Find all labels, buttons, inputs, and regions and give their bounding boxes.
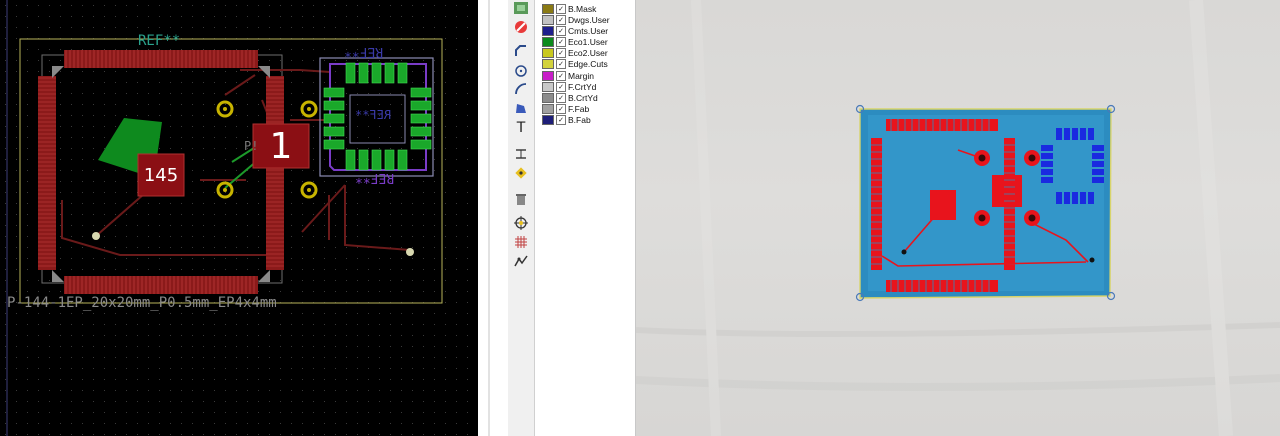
qfp-pads-top — [64, 50, 258, 68]
arc-icon[interactable] — [513, 81, 529, 97]
layer-color-swatch[interactable] — [542, 14, 554, 25]
pad-145-label: 145 — [143, 164, 179, 186]
layer-visibility-checkbox[interactable]: ✓ — [556, 103, 566, 114]
layer-color-swatch[interactable] — [542, 70, 554, 81]
layer-row[interactable]: ✓ Eco1.User — [542, 36, 608, 47]
layer-row[interactable]: ✓ B.Mask — [542, 3, 596, 14]
layer-color-swatch[interactable] — [542, 47, 554, 58]
layer-visibility-checkbox[interactable]: ✓ — [556, 70, 566, 81]
footprint-value-label: P-144-1EP_20x20mm_P0.5mm_EP4x4mm — [7, 295, 277, 311]
layer-visibility-checkbox[interactable]: ✓ — [556, 92, 566, 103]
layer-color-swatch[interactable] — [542, 114, 554, 125]
layer-visibility-checkbox[interactable]: ✓ — [556, 81, 566, 92]
layer-name: B.CrtYd — [568, 92, 598, 103]
layer-visibility-checkbox[interactable]: ✓ — [556, 3, 566, 14]
layer-visibility-checkbox[interactable]: ✓ — [556, 47, 566, 58]
layer-row[interactable]: ✓ Dwgs.User — [542, 14, 610, 25]
layer-row[interactable]: ✓ F.Fab — [542, 103, 589, 114]
dimension-icon[interactable] — [513, 146, 529, 162]
ref-label-mirrored-bottom: REF** — [355, 170, 395, 185]
ref-label-mirrored-mid: REF** — [355, 108, 392, 122]
no-icon[interactable] — [513, 19, 529, 35]
qfp-pads-left — [38, 76, 56, 270]
layer-name: Eco2.User — [568, 47, 608, 58]
layer-row[interactable]: ✓ Eco2.User — [542, 47, 608, 58]
layer-row[interactable]: ✓ Edge.Cuts — [542, 58, 608, 69]
ref-label-top: REF** — [138, 33, 181, 49]
layer-name: Eco1.User — [568, 36, 608, 47]
layer-name: Margin — [568, 70, 594, 81]
layer-visibility-checkbox[interactable]: ✓ — [556, 36, 566, 47]
layer-name: Edge.Cuts — [568, 58, 608, 69]
layer-color-swatch[interactable] — [542, 36, 554, 47]
layer-name: Dwgs.User — [568, 14, 610, 25]
layer-row[interactable]: ✓ Cmts.User — [542, 25, 608, 36]
layer-color-swatch[interactable] — [542, 58, 554, 69]
pcb-canvas[interactable]: REF** REF** REF** REF** P! 1 145 P-144-1… — [0, 0, 478, 436]
anchor-icon[interactable] — [513, 165, 529, 181]
ref-label-mirrored-top: REF** — [344, 44, 384, 59]
layer-visibility-checkbox[interactable]: ✓ — [556, 58, 566, 69]
layer-name: F.CrtYd — [568, 81, 597, 92]
layer-name: B.Mask — [568, 3, 597, 14]
layer-color-swatch[interactable] — [542, 3, 554, 14]
layers-manager: ✓ B.Mask ✓ Dwgs.User ✓ Cmts.User ✓ Eco1.… — [535, 0, 636, 436]
layer-visibility-checkbox[interactable]: ✓ — [556, 114, 566, 125]
vertical-scrollbar[interactable] — [488, 0, 490, 436]
pcb-drawing — [0, 0, 478, 436]
qfp-pads-right — [266, 76, 284, 270]
delete-icon[interactable] — [513, 191, 529, 207]
pcb-photo — [636, 0, 1280, 436]
layer-name: Cmts.User — [568, 25, 609, 36]
text-icon[interactable]: T — [513, 120, 529, 136]
pad-1-label: 1 — [269, 125, 293, 167]
layer-color-swatch[interactable] — [542, 81, 554, 92]
layer-visibility-checkbox[interactable]: ✓ — [556, 14, 566, 25]
right-toolbar: T — [508, 0, 535, 436]
circle-icon[interactable] — [513, 63, 529, 79]
layer-row[interactable]: ✓ Margin — [542, 70, 594, 81]
layer-row[interactable]: ✓ B.CrtYd — [542, 92, 598, 103]
origin-icon[interactable] — [513, 215, 529, 231]
pcb-photo-drawing — [636, 0, 1280, 436]
qfp-pads-bottom — [64, 276, 258, 294]
layer-row[interactable]: ✓ F.CrtYd — [542, 81, 596, 92]
grid-icon[interactable] — [513, 0, 529, 16]
grid-origin-icon[interactable] — [513, 234, 529, 250]
layer-row[interactable]: ✓ B.Fab — [542, 114, 591, 125]
layer-name: B.Fab — [568, 114, 591, 125]
polygon-icon[interactable] — [513, 100, 529, 116]
layer-color-swatch[interactable] — [542, 25, 554, 36]
layer-color-swatch[interactable] — [542, 103, 554, 114]
route-track-icon[interactable] — [513, 43, 529, 59]
measure-icon[interactable] — [513, 253, 529, 269]
layer-visibility-checkbox[interactable]: ✓ — [556, 25, 566, 36]
layer-color-swatch[interactable] — [542, 92, 554, 103]
layer-name: F.Fab — [568, 103, 590, 114]
canvas-scrollbar-area — [478, 0, 508, 436]
